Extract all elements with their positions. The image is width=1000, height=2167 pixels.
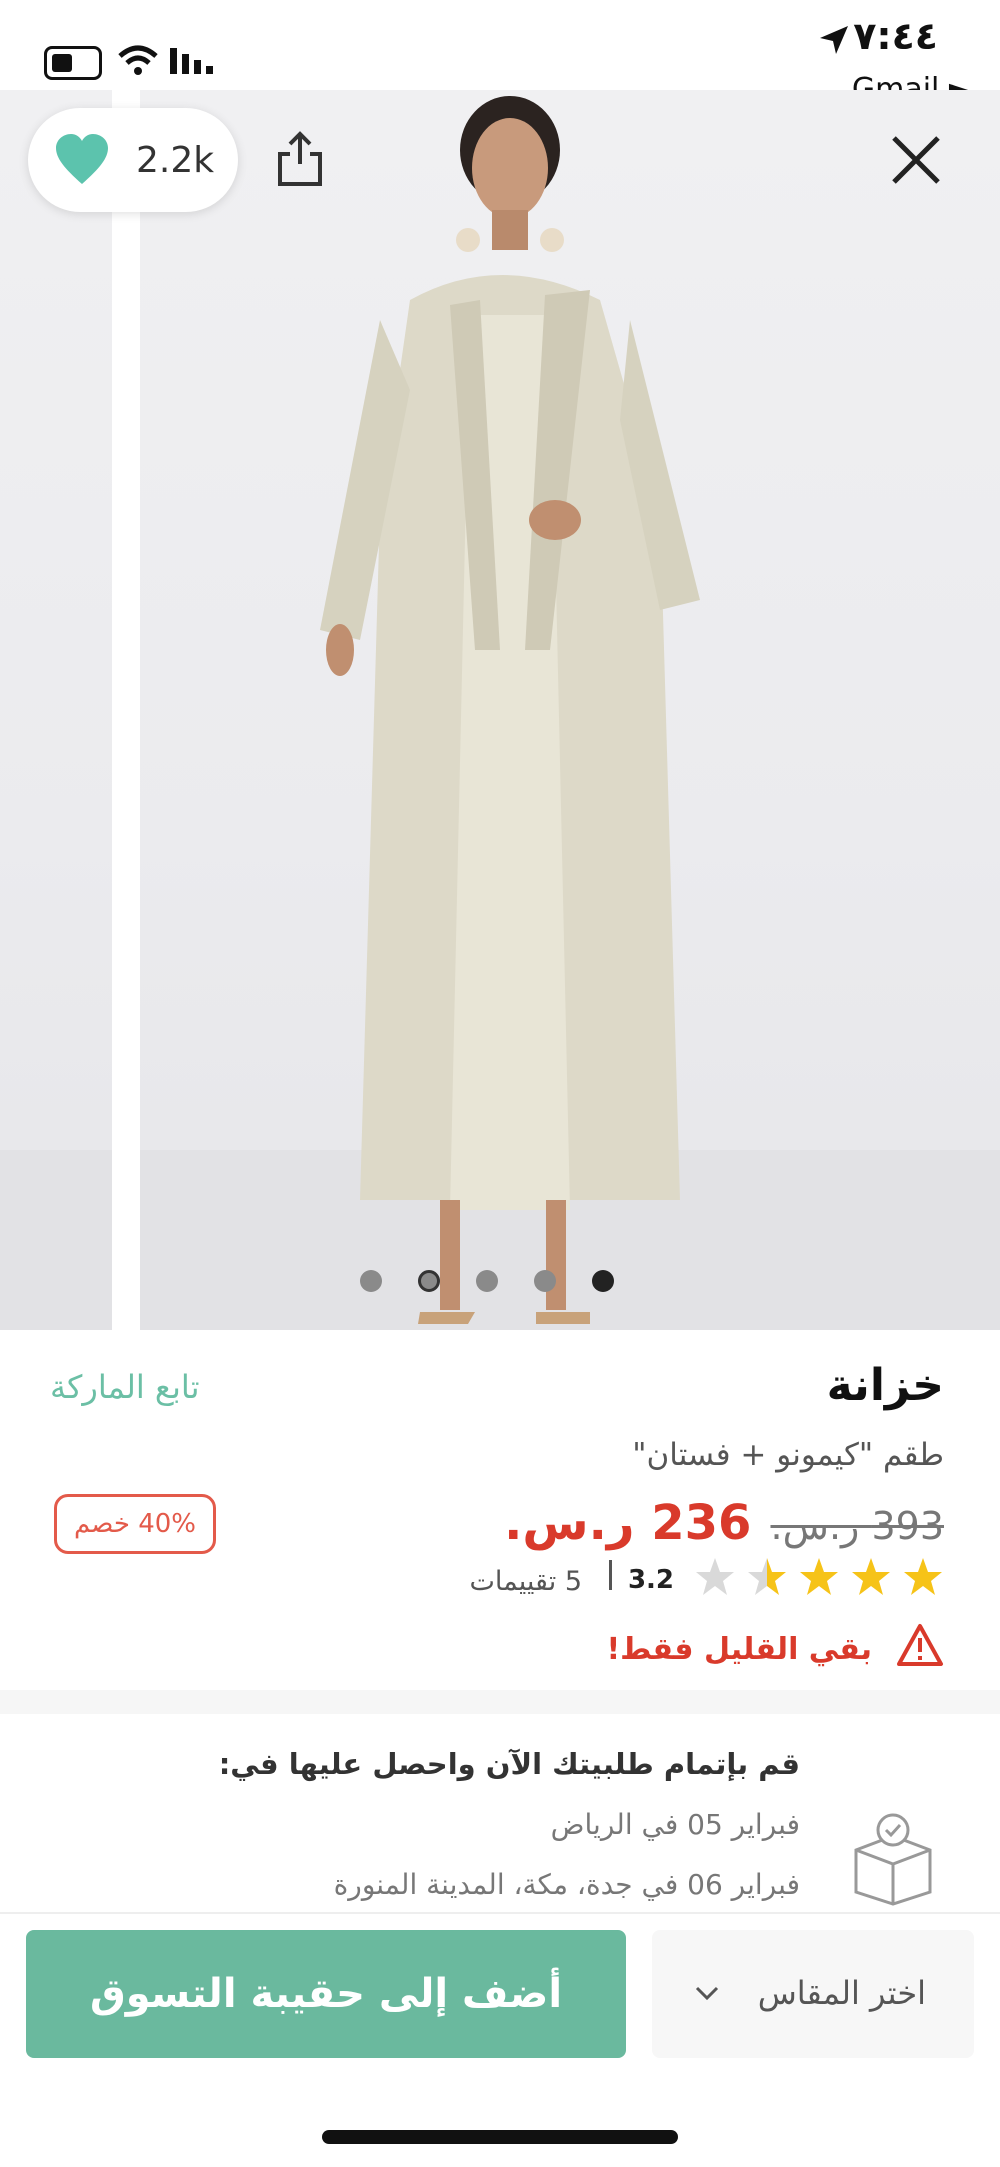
size-select-label: اختر المقاس [757, 1974, 926, 2012]
favorite-button[interactable]: 2.2k [28, 108, 238, 212]
low-stock-warning: بقي القليل فقط! [606, 1632, 872, 1667]
heart-icon [56, 134, 108, 184]
like-count: 2.2k [136, 140, 215, 181]
warning-icon [897, 1624, 943, 1666]
product-name: طقم "كيمونو + فستان" [632, 1437, 944, 1473]
star-half-icon [748, 1558, 786, 1595]
follow-brand-link[interactable]: تابع الماركة [50, 1368, 200, 1406]
page-dot-active[interactable] [592, 1270, 614, 1292]
home-indicator[interactable] [322, 2130, 678, 2144]
location-arrow-icon [820, 26, 848, 54]
chevron-down-icon [695, 1986, 719, 2001]
star-icon [800, 1558, 838, 1595]
page-dot[interactable] [418, 1270, 440, 1292]
star-icon [904, 1558, 942, 1595]
old-price: 393 ر.س. [770, 1504, 944, 1548]
brand-name[interactable]: خزانة [827, 1360, 944, 1411]
status-bar: ٧:٤٤ Gmail ► [0, 0, 1000, 107]
page-dot[interactable] [360, 1270, 382, 1292]
sale-price: 236 ر.س. [504, 1495, 752, 1551]
section-divider [0, 1690, 1000, 1714]
battery-icon [44, 46, 102, 80]
star-empty-icon [696, 1558, 734, 1595]
rating-value: 3.2 [627, 1565, 674, 1595]
product-image[interactable]: 2.2k [0, 90, 1000, 1330]
status-time: ٧:٤٤ [853, 14, 938, 58]
price-row: 393 ر.س. 236 ر.س. [504, 1495, 944, 1551]
delivery-box-icon [854, 1813, 932, 1906]
page-dot[interactable] [476, 1270, 498, 1292]
delivery-title: قم بإتمام طلبيتك الآن واحصل عليها في: [218, 1747, 800, 1781]
wifi-icon [118, 45, 158, 75]
discount-badge: 40% خصم [54, 1494, 216, 1554]
model-illustration [320, 96, 700, 1324]
page-dot[interactable] [534, 1270, 556, 1292]
signal-icon [170, 48, 213, 74]
size-select[interactable]: اختر المقاس [652, 1930, 974, 2058]
reviews-count[interactable]: 5 تقييمات [470, 1566, 583, 1597]
rating-separator [609, 1560, 612, 1590]
delivery-line-jeddah: فبراير 06 في جدة، مكة، المدينة المنورة [333, 1868, 800, 1901]
delivery-line-riyadh: فبراير 05 في الرياض [550, 1808, 800, 1841]
add-to-bag-button[interactable]: أضف إلى حقيبة التسوق [26, 1930, 626, 2058]
share-icon[interactable] [270, 128, 330, 188]
close-icon[interactable] [886, 130, 946, 190]
star-icon [852, 1558, 890, 1595]
